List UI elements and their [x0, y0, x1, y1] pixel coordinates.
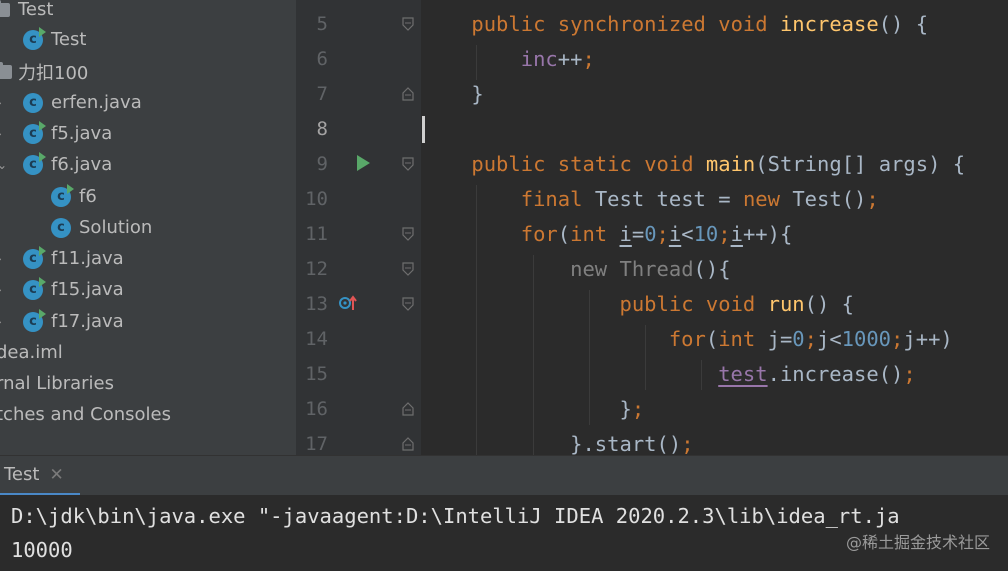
console-output: 10000 [11, 538, 73, 562]
java-class-icon: c [23, 92, 43, 113]
java-class-icon: c [23, 151, 46, 175]
line-number: 13 [305, 293, 328, 315]
console-line: D:\jdk\bin\java.exe "-javaagent:D:\Intel… [11, 504, 900, 528]
tree-item-label: 力扣100 [18, 62, 89, 84]
tree-item-label: dea.iml [0, 342, 63, 363]
java-class-icon: c [23, 245, 46, 269]
fold-close-icon[interactable] [402, 87, 414, 101]
code-line: public void run() { [619, 292, 855, 316]
code-line: inc++; [520, 47, 595, 71]
fold-close-icon[interactable] [402, 437, 414, 451]
code-line: }; [619, 397, 645, 421]
project-tree: Test c Test 力扣100 › c erfen.java › c f5.… [0, 0, 296, 455]
fold-open-icon[interactable] [402, 17, 414, 31]
tree-item-label: Solution [79, 217, 153, 238]
run-tool-window-header: Test ✕ [0, 455, 1008, 496]
text-caret [422, 116, 425, 143]
code-editor[interactable]: public synchronized void increase() { in… [421, 0, 1008, 455]
folder-icon [0, 0, 10, 17]
chevron-right-icon[interactable]: › [0, 127, 7, 141]
java-class-icon: c [23, 26, 46, 50]
watermark: @稀土掘金技术社区 [845, 533, 990, 552]
line-number: 9 [316, 153, 328, 175]
tree-item-label: Test [18, 0, 54, 20]
fold-open-icon[interactable] [402, 297, 414, 311]
close-icon[interactable]: ✕ [49, 465, 63, 485]
editor-gutter[interactable]: 5 6 7 8 9 10 11 12 13 14 15 16 17 [296, 0, 421, 455]
tree-item-label: tches and Consoles [0, 404, 171, 425]
line-number: 17 [305, 433, 328, 455]
run-tab-label: Test [4, 464, 40, 485]
java-class-icon: c [23, 276, 46, 300]
line-number: 16 [305, 398, 328, 420]
tree-item-f6[interactable]: ⌄ c f6.java [0, 149, 112, 180]
java-class-icon: c [51, 217, 71, 238]
tree-item-label: f5.java [51, 123, 113, 144]
tree-item-f6-class[interactable]: c f6 [51, 181, 97, 212]
tree-item-erfen[interactable]: › c erfen.java [0, 87, 142, 118]
line-number: 14 [305, 328, 328, 350]
code-line: for(int j=0;j<1000;j++) [668, 327, 953, 351]
tree-item-external-libraries[interactable]: rnal Libraries [0, 368, 114, 399]
fold-close-icon[interactable] [402, 402, 414, 416]
fold-open-icon[interactable] [402, 262, 414, 276]
tree-item-label: f17.java [51, 311, 124, 332]
line-number: 11 [305, 223, 328, 245]
line-number: 6 [316, 48, 328, 70]
tree-item-label: f6.java [51, 154, 113, 175]
line-number: 15 [305, 363, 328, 385]
line-number: 10 [305, 188, 328, 210]
code-line: public synchronized void increase() { [471, 12, 929, 36]
tree-item-scratches-consoles[interactable]: tches and Consoles [0, 399, 171, 430]
chevron-right-icon[interactable]: › [0, 283, 7, 297]
tree-item-f15[interactable]: › c f15.java [0, 274, 124, 305]
chevron-right-icon[interactable]: › [0, 315, 7, 329]
java-class-icon: c [23, 308, 46, 332]
tree-item-iml[interactable]: dea.iml [0, 337, 63, 368]
line-number: 5 [316, 13, 328, 35]
code-line: test.increase(); [718, 362, 916, 386]
chevron-down-icon[interactable]: ⌄ [0, 158, 7, 172]
line-number: 7 [316, 83, 328, 105]
tree-item-test-folder[interactable]: Test [0, 0, 53, 25]
code-line: new Thread(){ [570, 257, 731, 281]
line-number-current: 8 [316, 118, 328, 140]
code-line: public static void main(String[] args) { [471, 152, 966, 176]
tree-item-likou100-folder[interactable]: 力扣100 [0, 56, 88, 87]
tree-item-label: rnal Libraries [0, 373, 114, 394]
tree-item-label: erfen.java [51, 92, 142, 113]
fold-open-icon[interactable] [402, 227, 414, 241]
run-gutter-icon[interactable] [357, 155, 370, 171]
java-class-icon: c [51, 183, 74, 207]
tree-item-label: f11.java [51, 248, 124, 269]
fold-open-icon[interactable] [402, 157, 414, 171]
tree-item-test-class[interactable]: c Test [23, 24, 86, 55]
line-number: 12 [305, 258, 328, 280]
override-gutter-icon[interactable] [339, 294, 357, 312]
folder-icon [0, 61, 12, 79]
tree-item-label: Test [51, 29, 87, 50]
code-line: }.start(); [570, 432, 694, 455]
tree-item-label: f6 [79, 186, 97, 207]
tree-item-solution[interactable]: c Solution [51, 212, 152, 243]
code-line: for(int i=0;i<10;i++){ [520, 222, 793, 246]
run-tab[interactable]: Test ✕ [0, 456, 64, 493]
code-line: final Test test = new Test(); [520, 187, 879, 211]
tree-item-f17[interactable]: › c f17.java [0, 306, 124, 337]
tree-item-f5[interactable]: › c f5.java [0, 118, 112, 149]
java-class-icon: c [23, 120, 46, 144]
tree-item-label: f15.java [51, 279, 124, 300]
chevron-right-icon[interactable]: › [0, 252, 7, 266]
code-line: } [471, 82, 484, 106]
tree-item-f11[interactable]: › c f11.java [0, 243, 124, 274]
chevron-right-icon[interactable]: › [0, 96, 7, 110]
